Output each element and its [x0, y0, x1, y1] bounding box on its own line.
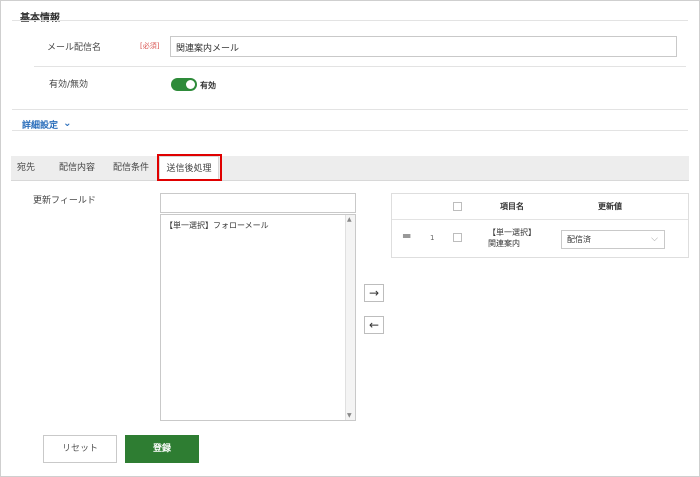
- mail-name-input[interactable]: 関連案内メール: [170, 36, 677, 57]
- submit-button[interactable]: 登録: [125, 435, 199, 463]
- basic-section-title: 基本情報: [20, 13, 60, 24]
- arrow-left-icon: ←: [368, 318, 380, 332]
- enable-state-label: 有効: [200, 81, 216, 90]
- row-item-line2: 関連案内: [488, 239, 520, 248]
- section-divider: [12, 109, 688, 110]
- reset-button[interactable]: リセット: [43, 435, 117, 463]
- field-listbox[interactable]: 【単一選択】フォローメール ▲ ▼: [160, 214, 356, 421]
- row-index: 1: [430, 234, 435, 242]
- move-right-button[interactable]: →: [364, 284, 384, 302]
- update-table: 項目名 更新値 ═ 1 【単一選択】 関連案内 配信済 ⌵: [391, 193, 689, 258]
- row-checkbox[interactable]: [453, 233, 462, 242]
- move-left-button[interactable]: ←: [364, 316, 384, 334]
- table-header-divider: [392, 219, 688, 220]
- toggle-knob: [186, 80, 195, 89]
- required-badge: [必須]: [140, 42, 160, 50]
- mail-name-label: メール配信名: [47, 43, 102, 53]
- list-item[interactable]: 【単一選択】フォローメール: [165, 220, 269, 231]
- listbox-scrollbar[interactable]: ▲ ▼: [345, 215, 355, 420]
- mail-name-value: 関連案内メール: [176, 44, 240, 54]
- row-divider: [34, 66, 686, 67]
- drag-handle-icon[interactable]: ═: [403, 230, 410, 242]
- enable-toggle[interactable]: [171, 78, 197, 91]
- tab-bar: 宛先 配信内容 配信条件 送信後処理: [11, 156, 689, 181]
- update-field-label: 更新フィールド: [33, 196, 96, 206]
- row-item-line1: 【単一選択】: [488, 228, 536, 237]
- field-search-input[interactable]: [160, 193, 356, 213]
- row-item-name: 【単一選択】 関連案内: [488, 227, 536, 249]
- tab-content[interactable]: 配信内容: [53, 156, 101, 180]
- tab-highlight-frame: [157, 154, 222, 181]
- chevron-down-icon: ⌄: [63, 118, 72, 129]
- tab-destination[interactable]: 宛先: [11, 156, 41, 180]
- enable-label: 有効/無効: [49, 80, 89, 90]
- select-all-checkbox[interactable]: [453, 202, 462, 211]
- chevron-down-icon: ⌵: [651, 234, 658, 244]
- section-divider: [12, 130, 688, 131]
- column-header-value: 更新値: [598, 202, 622, 211]
- scroll-down-icon[interactable]: ▼: [347, 412, 352, 419]
- update-value-select[interactable]: 配信済 ⌵: [561, 230, 665, 249]
- update-value-selected: 配信済: [567, 235, 591, 244]
- arrow-right-icon: →: [368, 286, 380, 300]
- section-divider: [12, 20, 688, 21]
- tab-conditions[interactable]: 配信条件: [107, 156, 155, 180]
- scroll-up-icon[interactable]: ▲: [347, 216, 352, 223]
- column-header-item: 項目名: [500, 202, 524, 211]
